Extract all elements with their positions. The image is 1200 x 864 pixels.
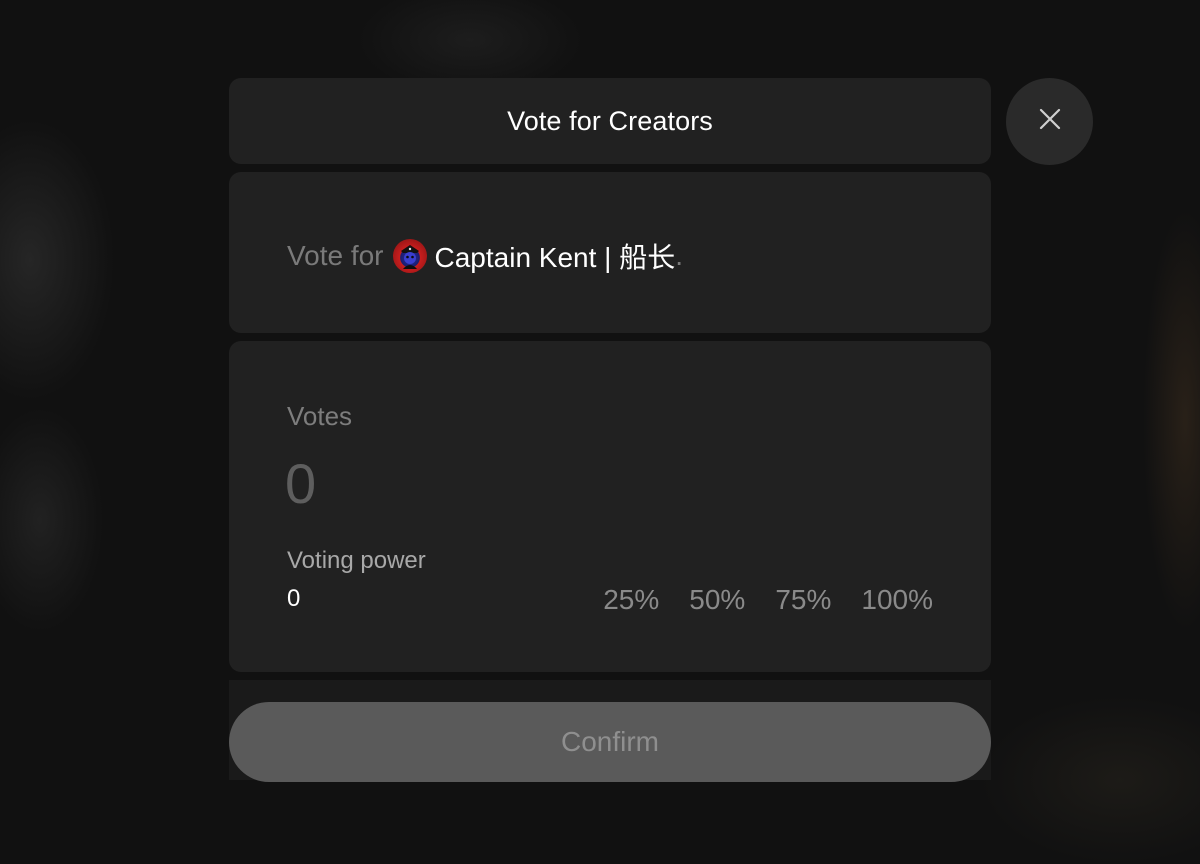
percent-options: 25% 50% 75% 100% <box>573 584 933 616</box>
percent-25-button[interactable]: 25% <box>603 584 659 616</box>
votes-label: Votes <box>287 401 353 431</box>
percent-100-button[interactable]: 100% <box>861 584 933 616</box>
close-button[interactable] <box>1006 78 1093 165</box>
vote-target-line: Vote for Captain Kent | 船长 . <box>287 236 683 276</box>
votes-input[interactable]: 0 <box>285 451 316 517</box>
confirm-button[interactable]: Confirm <box>229 702 991 782</box>
percent-75-button[interactable]: 75% <box>775 584 831 616</box>
modal-title: Vote for Creators <box>507 105 713 136</box>
vote-target-card: Vote for Captain Kent | 船长 . <box>229 172 991 333</box>
close-icon <box>1038 107 1062 136</box>
vote-modal: Vote for Creators Vote for Captain Kent … <box>229 78 991 782</box>
creator-avatar <box>392 239 427 273</box>
percent-50-button[interactable]: 50% <box>689 584 745 616</box>
voting-power-value: 0 <box>287 585 301 612</box>
voting-power-label: Voting power <box>287 547 426 574</box>
vote-suffix: . <box>675 240 684 271</box>
creator-name[interactable]: Captain Kent | 船长 <box>435 236 676 276</box>
vote-prefix: Vote for <box>287 240 384 271</box>
votes-card: Votes 0 Voting power 0 25% 50% 75% 100% <box>229 341 991 672</box>
modal-header: Vote for Creators <box>229 78 991 164</box>
